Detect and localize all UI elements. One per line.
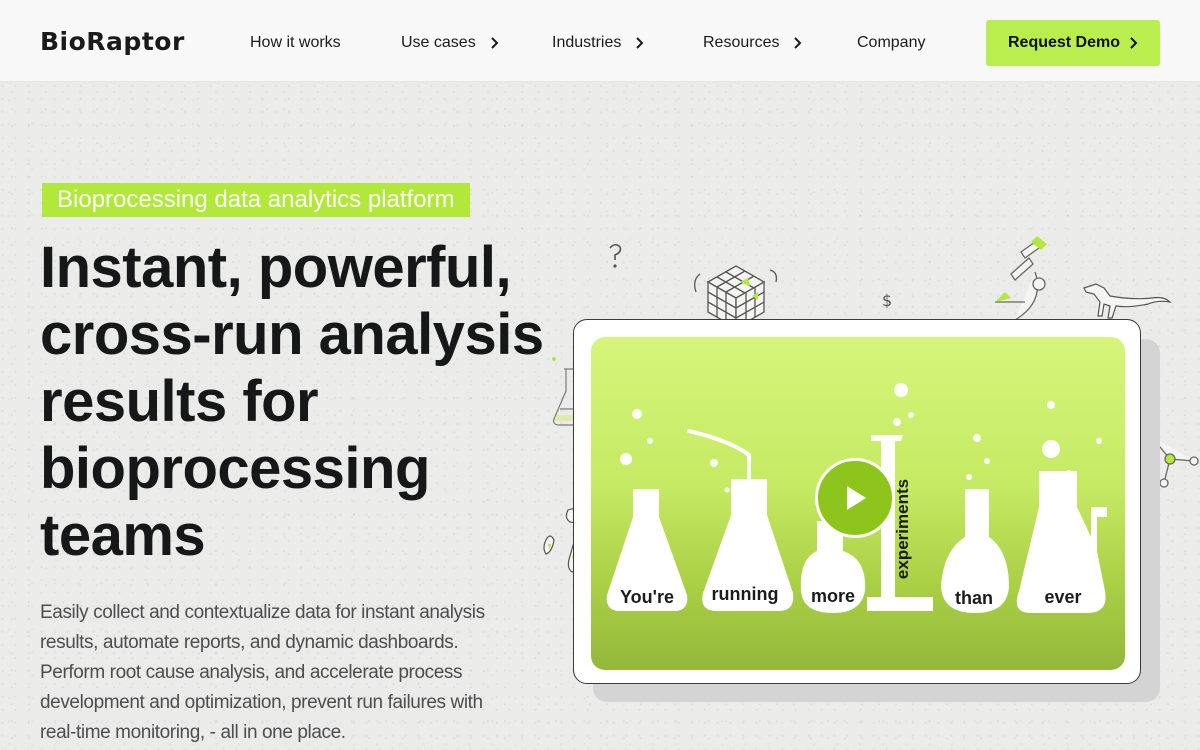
flask-word: running <box>712 584 779 604</box>
request-demo-button[interactable]: Request Demo <box>986 20 1160 66</box>
headline-line: bioprocessing <box>40 436 430 501</box>
chevron-right-icon <box>1130 37 1138 49</box>
request-demo-label: Request Demo <box>1007 34 1121 51</box>
nav-item-label: Industries <box>552 34 622 51</box>
hero-description: Easily collect and contextualize data fo… <box>40 598 510 748</box>
description-line: Easily collect and contextualize data fo… <box>40 602 485 623</box>
chevron-right-icon <box>794 37 802 49</box>
site-header: BioRaptor How it works Use cases Industr… <box>0 0 1200 82</box>
brand-logo[interactable]: BioRaptor <box>40 27 185 57</box>
headline-line: teams <box>40 503 206 568</box>
nav-item-resources[interactable]: Resources <box>703 31 803 55</box>
hero-headline: Instant, powerful, cross-run analysis re… <box>40 234 544 569</box>
flask-word: You're <box>620 587 674 607</box>
play-button[interactable] <box>815 458 895 538</box>
headline-line: results for <box>40 369 319 434</box>
headline-line: cross-run analysis <box>40 302 544 367</box>
nav-item-label: Company <box>857 34 926 51</box>
description-line: Perform root cause analysis, and acceler… <box>40 662 463 683</box>
description-line: development and optimization, prevent ru… <box>40 692 483 713</box>
flask-word: than <box>955 588 993 608</box>
svg-text:$: $ <box>882 291 892 310</box>
flask-word: more <box>811 586 855 606</box>
nav-item-label: How it works <box>250 34 341 51</box>
dollar-icon: $ <box>882 291 892 310</box>
nav-item-label: Use cases <box>401 34 476 51</box>
nav-item-label: Resources <box>703 34 780 51</box>
description-line: results, automate reports, and dynamic d… <box>40 632 459 653</box>
microscope-icon <box>984 236 1047 328</box>
headline-line: Instant, powerful, <box>40 235 512 300</box>
nav-item-company[interactable]: Company <box>857 31 925 55</box>
hero-tagline: Bioprocessing data analytics platform <box>42 183 470 217</box>
question-mark-icon <box>609 243 622 268</box>
nav-item-use-cases[interactable]: Use cases <box>401 31 500 55</box>
flask-word: ever <box>1044 587 1081 607</box>
description-line: real-time monitoring, - all in one place… <box>40 722 346 743</box>
play-icon <box>847 486 866 510</box>
chevron-right-icon <box>636 37 644 49</box>
dinosaur-icon <box>1083 283 1172 319</box>
nav-item-how-it-works[interactable]: How it works <box>250 31 341 55</box>
chevron-right-icon <box>490 37 499 49</box>
nav-item-industries[interactable]: Industries <box>552 31 645 55</box>
flask-word: experiments <box>893 479 912 579</box>
